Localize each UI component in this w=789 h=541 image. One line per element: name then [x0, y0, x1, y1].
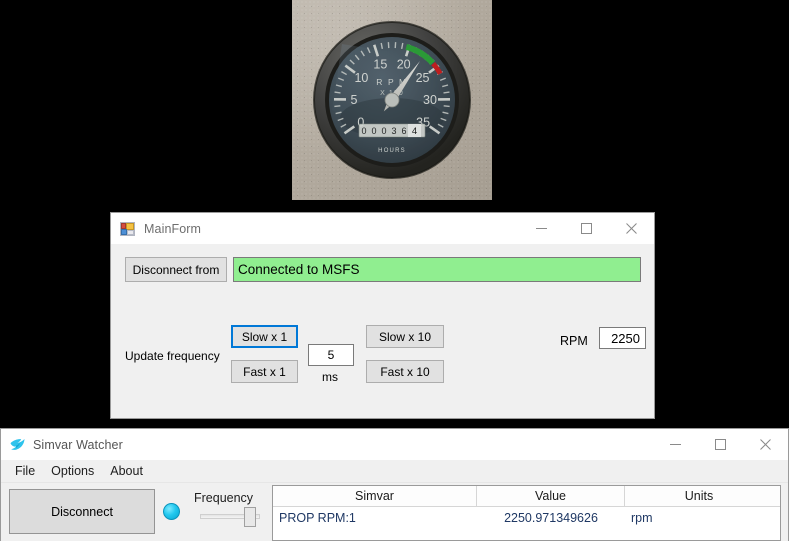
- slow-x10-button[interactable]: Slow x 10: [366, 325, 444, 348]
- connection-led: [163, 503, 180, 520]
- table-header-row: Simvar Value Units: [273, 486, 780, 507]
- tachometer-photo: 05101520253035 R P M X 100 00036 4 HOURS: [292, 0, 492, 200]
- frequency-label: Frequency: [194, 491, 253, 505]
- fast-x1-button[interactable]: Fast x 1: [231, 360, 298, 383]
- maximize-button[interactable]: [564, 213, 609, 244]
- minimize-icon: [536, 223, 547, 234]
- close-button[interactable]: [609, 213, 654, 244]
- close-button[interactable]: [743, 429, 788, 460]
- tachometer-gauge: 05101520253035 R P M X 100 00036 4 HOURS: [292, 0, 492, 200]
- fast-x10-button[interactable]: Fast x 10: [366, 360, 444, 383]
- maximize-button[interactable]: [698, 429, 743, 460]
- cell-units: rpm: [625, 507, 773, 528]
- rpm-value-field[interactable]: 2250: [599, 327, 646, 349]
- simvar-table: Simvar Value Units PROP RPM:1 2250.97134…: [272, 485, 781, 541]
- maximize-icon: [581, 223, 592, 234]
- menu-item-file[interactable]: File: [8, 462, 44, 481]
- simvar-body: Disconnect Frequency Simvar Value Units …: [1, 483, 788, 541]
- disconnect-from-button[interactable]: Disconnect from: [125, 257, 227, 282]
- mainform-window-buttons: [519, 213, 654, 244]
- menu-item-options[interactable]: Options: [44, 462, 103, 481]
- minimize-icon: [670, 439, 681, 450]
- column-header-value[interactable]: Value: [477, 486, 625, 506]
- cell-simvar: PROP RPM:1: [273, 507, 477, 528]
- winforms-icon: [120, 221, 136, 237]
- interval-units-label: ms: [322, 370, 338, 384]
- column-header-units[interactable]: Units: [625, 486, 773, 506]
- mainform-window: MainForm Disconnect from Connected: [110, 212, 655, 419]
- frequency-slider-thumb[interactable]: [244, 507, 256, 527]
- close-icon: [626, 223, 637, 234]
- close-icon: [760, 439, 771, 450]
- minimize-button[interactable]: [653, 429, 698, 460]
- simvar-title: Simvar Watcher: [33, 438, 123, 452]
- mainform-titlebar[interactable]: MainForm: [111, 213, 654, 244]
- simvar-titlebar[interactable]: Simvar Watcher: [1, 429, 788, 460]
- minimize-button[interactable]: [519, 213, 564, 244]
- simvar-watcher-window: Simvar Watcher File Options Abo: [0, 428, 789, 541]
- column-header-simvar[interactable]: Simvar: [273, 486, 477, 506]
- simvar-window-buttons: [653, 429, 788, 460]
- disconnect-button[interactable]: Disconnect: [9, 489, 155, 534]
- slow-x1-button[interactable]: Slow x 1: [231, 325, 298, 348]
- cell-value: 2250.971349626: [477, 507, 625, 528]
- update-frequency-label: Update frequency: [125, 349, 220, 363]
- menu-item-about[interactable]: About: [103, 462, 152, 481]
- mainform-title: MainForm: [144, 222, 201, 236]
- table-row[interactable]: PROP RPM:1 2250.971349626 rpm: [273, 507, 780, 528]
- mainform-body: Disconnect from Connected to MSFS Update…: [111, 244, 654, 418]
- connection-status-banner: Connected to MSFS: [233, 257, 641, 282]
- interval-ms-input[interactable]: 5: [308, 344, 354, 366]
- maximize-icon: [715, 439, 726, 450]
- bird-icon: [9, 437, 25, 453]
- simvar-menubar: File Options About: [1, 460, 788, 483]
- rpm-label: RPM: [560, 334, 588, 348]
